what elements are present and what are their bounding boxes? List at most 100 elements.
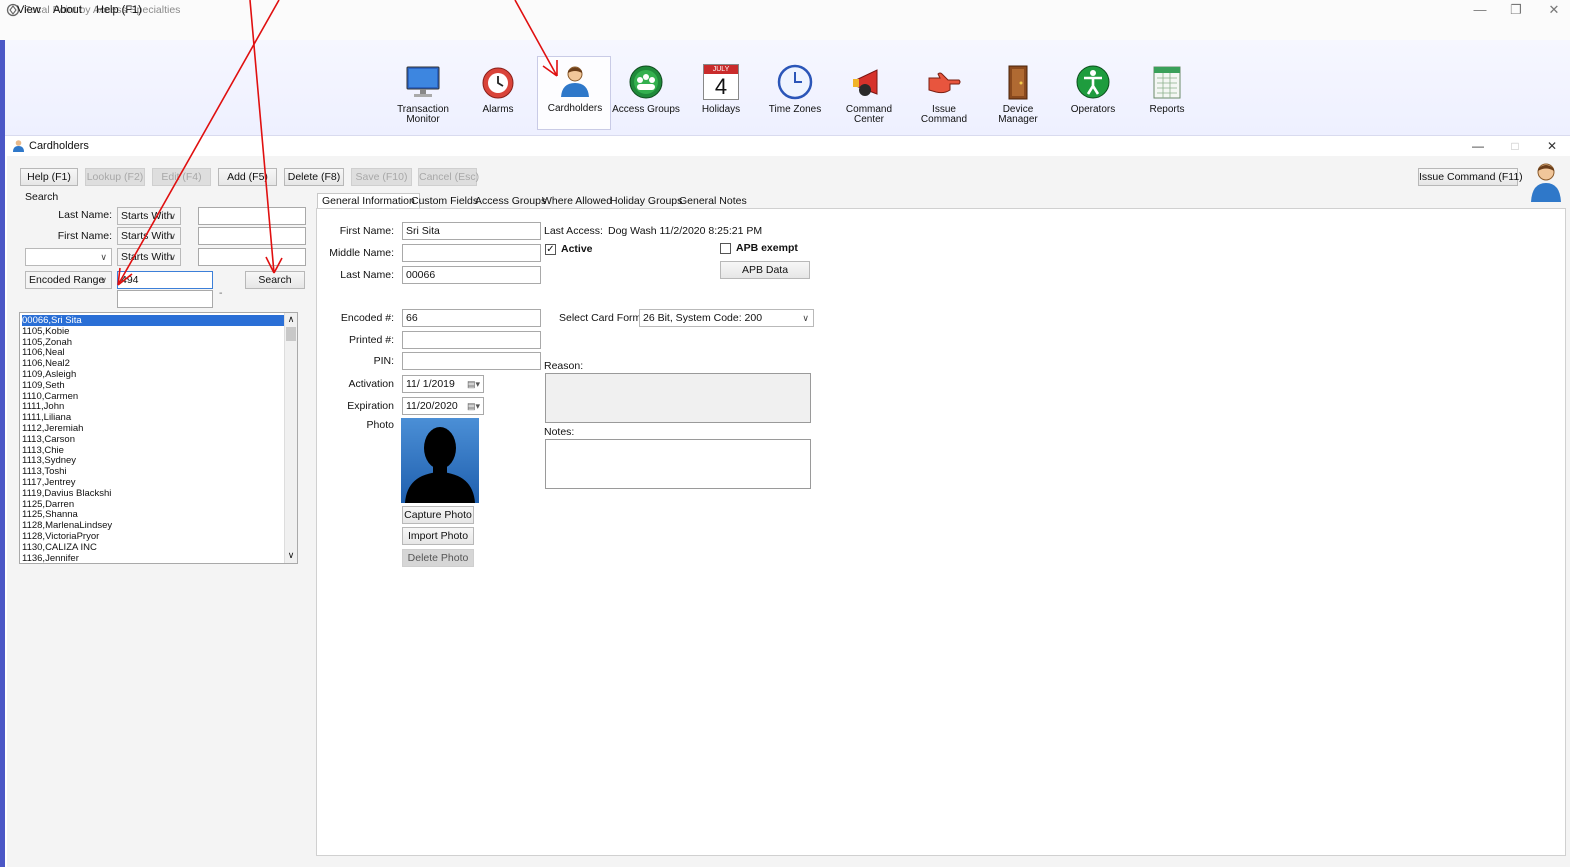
capture-photo-button[interactable]: Capture Photo	[402, 506, 474, 524]
cancel-button[interactable]: Cancel (Esc)	[418, 168, 479, 186]
minimize-window-icon[interactable]: —	[1466, 1, 1494, 19]
tab-general-information[interactable]: General Information	[317, 193, 420, 209]
toolbar-operators[interactable]: Operators	[1056, 58, 1130, 130]
list-item[interactable]: 1105,Kobie	[22, 326, 284, 337]
list-item[interactable]: 1113,Carson	[22, 434, 284, 445]
list-item[interactable]: 00066,Sri Sita	[22, 315, 284, 326]
toolbar-access-groups[interactable]: Access Groups	[609, 58, 683, 130]
list-item[interactable]: 1119,Davius Blackshi	[22, 488, 284, 499]
list-item[interactable]: 1111,John	[22, 401, 284, 412]
toolbar-label: Issue Command	[920, 104, 968, 125]
list-item[interactable]: 1128,VictoriaPryor	[22, 531, 284, 542]
list-item[interactable]: 1105,Zonah	[22, 337, 284, 348]
restore-window-icon[interactable]: ❐	[1502, 1, 1530, 19]
list-item[interactable]: 1111,Liliana	[22, 412, 284, 423]
toolbar-holidays[interactable]: JULY 4 Holidays	[684, 58, 758, 130]
card-format-select[interactable]: 26 Bit, System Code: 200 ∨	[639, 309, 814, 327]
first-name-field[interactable]: Sri Sita	[402, 222, 541, 240]
toolbar-label: Cardholders	[547, 103, 603, 114]
search-last-name-label: Last Name:	[58, 209, 112, 221]
select-value: Starts With	[121, 251, 173, 263]
list-item[interactable]: 1113,Toshi	[22, 466, 284, 477]
list-item[interactable]: 1106,Neal2	[22, 358, 284, 369]
cardholder-list[interactable]: 00066,Sri Sita 1105,Kobie 1105,Zonah 1106,N…	[19, 312, 298, 564]
chevron-down-icon: ∨	[100, 275, 107, 285]
list-item[interactable]: 1112,Jeremiah	[22, 423, 284, 434]
list-item[interactable]: 1130,CALIZA INC	[22, 542, 284, 553]
range-type-select[interactable]: Encoded Range ∨	[25, 271, 112, 289]
range-to-input[interactable]	[117, 290, 213, 308]
range-from-input[interactable]: 494	[117, 271, 213, 289]
monitor-icon	[406, 66, 440, 97]
search-custom-input[interactable]	[198, 248, 306, 266]
save-button[interactable]: Save (F10)	[351, 168, 412, 186]
last-name-label: Last Name:	[340, 269, 394, 281]
calendar-dropdown-icon[interactable]: ▤▾	[467, 398, 480, 414]
add-button[interactable]: Add (F5)	[218, 168, 277, 186]
help-button[interactable]: Help (F1)	[20, 168, 78, 186]
notes-textarea[interactable]	[545, 439, 811, 489]
middle-name-field[interactable]	[402, 244, 541, 262]
import-photo-button[interactable]: Import Photo	[402, 527, 474, 545]
pin-field[interactable]	[402, 352, 541, 370]
toolbar-alarms[interactable]: Alarms	[461, 58, 535, 130]
search-last-name-input[interactable]	[198, 207, 306, 225]
custom-field-select[interactable]: ∨	[25, 248, 112, 266]
last-name-match-select[interactable]: Starts With ∨	[117, 207, 181, 225]
toolbar-device-manager[interactable]: Device Manager	[981, 58, 1055, 130]
expiration-label: Expiration	[347, 400, 394, 412]
tab-general-notes[interactable]: General Notes	[674, 193, 752, 209]
child-minimize-icon[interactable]: —	[1468, 138, 1488, 154]
printed-label: Printed #:	[349, 334, 394, 346]
list-item[interactable]: 1113,Sydney	[22, 455, 284, 466]
list-item[interactable]: 1113,Chie	[22, 445, 284, 456]
list-item[interactable]: 1110,Carmen	[22, 391, 284, 402]
lookup-button[interactable]: Lookup (F2)	[85, 168, 145, 186]
chevron-down-icon: ∨	[169, 211, 176, 221]
list-item[interactable]: 1106,Neal	[22, 347, 284, 358]
encoded-field[interactable]: 66	[402, 309, 541, 327]
menu-about[interactable]: About	[53, 4, 82, 16]
scroll-up-icon[interactable]: ∧	[285, 313, 297, 325]
scroll-down-icon[interactable]: ∨	[285, 549, 297, 561]
reason-textarea[interactable]	[545, 373, 811, 423]
scroll-thumb[interactable]	[286, 327, 296, 341]
list-item[interactable]: 1136,Jennifer	[22, 553, 284, 563]
list-item[interactable]: 1125,Shanna	[22, 509, 284, 520]
expiration-date-field[interactable]: 11/20/2020 ▤▾	[402, 397, 484, 415]
list-item[interactable]: 1109,Asleigh	[22, 369, 284, 380]
search-first-name-input[interactable]	[198, 227, 306, 245]
toolbar-command-center[interactable]: Command Center	[832, 58, 906, 130]
toolbar-transaction-monitor[interactable]: Transaction Monitor	[386, 58, 460, 130]
issue-command-button[interactable]: Issue Command (F11)	[1418, 168, 1523, 186]
delete-button[interactable]: Delete (F8)	[284, 168, 344, 186]
child-maximize-icon[interactable]: □	[1505, 138, 1525, 154]
toolbar-time-zones[interactable]: Time Zones	[758, 58, 832, 130]
menu-help[interactable]: Help (F1)	[96, 4, 142, 16]
printed-field[interactable]	[402, 331, 541, 349]
list-item[interactable]: 1128,MarlenaLindsey	[22, 520, 284, 531]
toolbar-issue-command[interactable]: Issue Command	[907, 58, 981, 130]
list-item[interactable]: 1109,Seth	[22, 380, 284, 391]
toolbar-label: Command Center	[845, 104, 893, 125]
toolbar-reports[interactable]: Reports	[1130, 58, 1204, 130]
last-name-field[interactable]: 00066	[402, 266, 541, 284]
custom-match-select[interactable]: Starts With ∨	[117, 248, 181, 266]
child-close-icon[interactable]: ✕	[1542, 138, 1562, 154]
list-item[interactable]: 1117,Jentrey	[22, 477, 284, 488]
menu-view[interactable]: View	[17, 4, 41, 16]
search-button[interactable]: Search	[245, 271, 305, 289]
search-section-label: Search	[25, 191, 59, 203]
active-checkbox[interactable]: ✓	[545, 244, 556, 255]
apb-exempt-checkbox[interactable]	[720, 243, 731, 254]
calendar-dropdown-icon[interactable]: ▤▾	[467, 376, 480, 392]
delete-photo-button[interactable]: Delete Photo	[402, 549, 474, 567]
edit-button[interactable]: Edit (F4)	[152, 168, 211, 186]
first-name-match-select[interactable]: Starts With ∨	[117, 227, 181, 245]
list-scrollbar[interactable]: ∧ ∨	[284, 313, 297, 563]
close-window-icon[interactable]: ✕	[1540, 1, 1568, 19]
apb-data-button[interactable]: APB Data	[720, 261, 810, 279]
activation-date-field[interactable]: 11/ 1/2019 ▤▾	[402, 375, 484, 393]
toolbar-cardholders[interactable]: Cardholders	[537, 56, 611, 130]
list-item[interactable]: 1125,Darren	[22, 499, 284, 510]
